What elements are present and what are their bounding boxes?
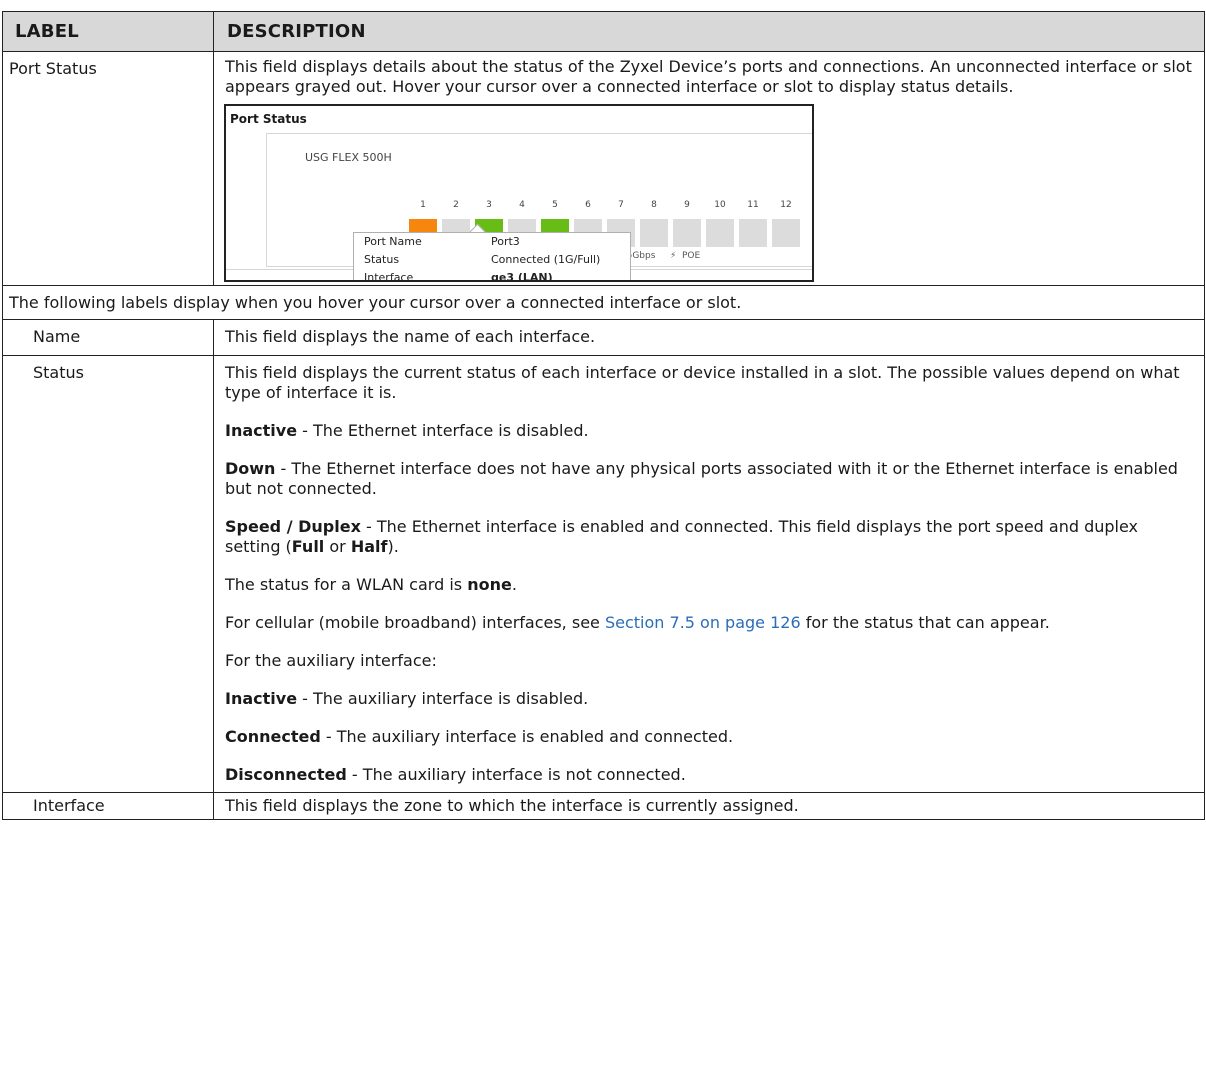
table-header-row: LABEL DESCRIPTION (2, 11, 1205, 52)
status-cellular: For cellular (mobile broadband) interfac… (225, 613, 1050, 632)
row-desc-port-status: This field displays details about the st… (225, 57, 1192, 96)
port-number: 5 (552, 200, 558, 210)
aux-connected: Connected - The auxiliary interface is e… (225, 727, 734, 746)
port-number: 2 (453, 200, 459, 210)
port-number: 7 (618, 200, 624, 210)
tooltip-status-key: Status (364, 253, 400, 266)
status-speed-duplex: Speed / Duplex - The Ethernet interface … (225, 517, 1139, 556)
table-row: Status This field displays the current s… (2, 355, 1205, 793)
aux-inactive: Inactive - The auxiliary interface is di… (225, 689, 589, 708)
figure-title: Port Status (230, 112, 307, 126)
row-label-interface: Interface (33, 796, 105, 815)
field-description-table: LABEL DESCRIPTION Port Status This field… (2, 11, 1205, 820)
row-desc-interface: This field displays the zone to which th… (225, 796, 799, 815)
description-column-header: DESCRIPTION (213, 11, 1205, 52)
row-desc-name: This field displays the name of each int… (225, 327, 596, 346)
port-number: 1 (420, 200, 426, 210)
row-label-port-status: Port Status (9, 59, 97, 78)
port-12[interactable] (772, 219, 800, 247)
device-model: USG FLEX 500H (305, 151, 392, 164)
status-wlan: The status for a WLAN card is none. (225, 575, 517, 594)
table-row: Interface This field displays the zone t… (2, 792, 1205, 820)
label-column-header: LABEL (2, 11, 214, 52)
port-number: 6 (585, 200, 591, 210)
port-number: 4 (519, 200, 525, 210)
port-number: 8 (651, 200, 657, 210)
port-9[interactable] (673, 219, 701, 247)
port-8[interactable] (640, 219, 668, 247)
section-link[interactable]: Section 7.5 on page 126 (605, 613, 801, 632)
aux-intro: For the auxiliary interface: (225, 651, 437, 670)
table-row: Port Status This field displays details … (2, 51, 1205, 286)
legend-poe: POE (682, 251, 701, 261)
port-tooltip: Port Name Port3 Status Connected (1G/Ful… (353, 232, 631, 282)
port-11[interactable] (739, 219, 767, 247)
tooltip-interface-key: Interface (364, 271, 414, 282)
port-number: 11 (747, 200, 759, 210)
port-status-figure: Port Status USG FLEX 500H 1 2 3 4 5 6 7 8 9 10 11 1… (224, 104, 814, 282)
port-10[interactable] (706, 219, 734, 247)
row-desc-status: This field displays the current status o… (214, 356, 1204, 792)
table-row: The following labels display when you ho… (2, 285, 1205, 320)
status-inactive: Inactive - The Ethernet interface is dis… (225, 421, 589, 440)
port-number: 9 (684, 200, 690, 210)
tooltip-port-name-key: Port Name (364, 235, 422, 248)
hover-note: The following labels display when you ho… (9, 293, 742, 312)
tooltip-interface-value: ge3 (LAN) (491, 271, 553, 282)
status-down: Down - The Ethernet interface does not h… (225, 459, 1178, 498)
row-label-name: Name (33, 327, 81, 346)
bolt-icon: ⚡ (670, 251, 677, 261)
tooltip-status-value: Connected (1G/Full) (491, 253, 601, 266)
port-number: 10 (714, 200, 726, 210)
port-number: 3 (486, 200, 492, 210)
row-label-status: Status (33, 363, 84, 382)
tooltip-port-name-value: Port3 (491, 235, 520, 248)
port-number: 12 (780, 200, 792, 210)
table-row: Name This field displays the name of eac… (2, 319, 1205, 356)
status-intro: This field displays the current status o… (225, 363, 1180, 402)
aux-disconnected: Disconnected - The auxiliary interface i… (225, 765, 686, 784)
